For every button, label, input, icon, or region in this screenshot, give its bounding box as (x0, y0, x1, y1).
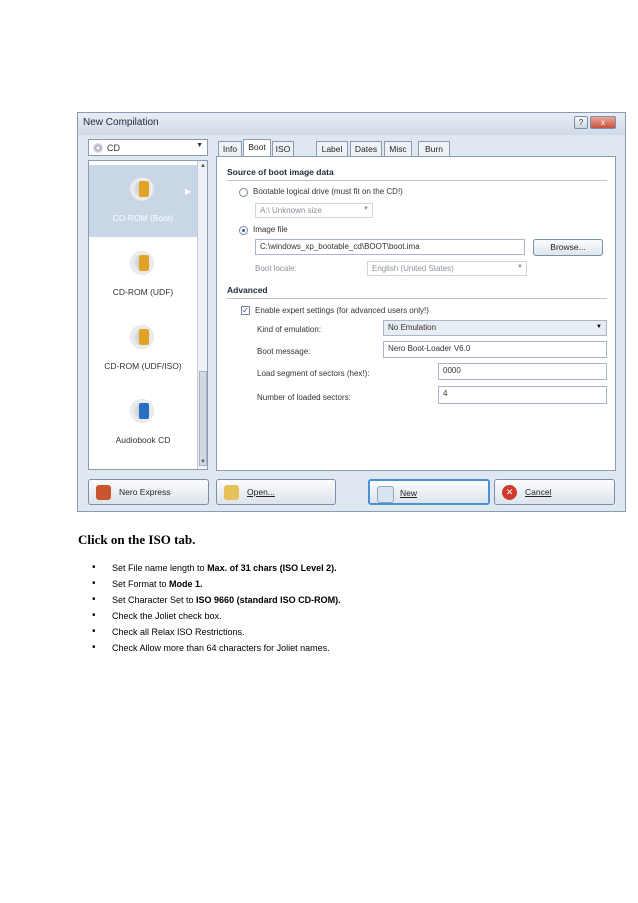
emulation-value: No Emulation (388, 323, 437, 332)
compilation-type-label: CD-ROM (UDF/ISO) (104, 361, 182, 371)
instruction-text: Check the Joliet check box. (112, 611, 222, 621)
compilation-type-item[interactable]: Audiobook CD (89, 387, 197, 459)
instruction-emphasis: Max. of 31 chars (ISO Level 2). (207, 563, 337, 573)
divider (227, 298, 607, 299)
nero-express-label: Nero Express (119, 487, 171, 497)
instruction-text: Check Allow more than 64 characters for … (112, 643, 330, 653)
load-segment-field[interactable]: 0000 (438, 363, 607, 380)
cancel-button[interactable]: ✕ Cancel (494, 479, 615, 505)
cd-icon (93, 143, 103, 153)
bootable-drive-radio[interactable] (239, 188, 248, 197)
audiobook-cd-icon (130, 399, 154, 423)
chevron-down-icon: ▼ (596, 324, 602, 330)
tab-misc[interactable]: Misc (384, 141, 412, 156)
chevron-down-icon: ▼ (517, 264, 523, 270)
instruction-emphasis: Mode 1. (169, 579, 203, 589)
instruction-item: Set File name length to Max. of 31 chars… (92, 560, 341, 576)
emulation-label: Kind of emulation: (257, 325, 322, 334)
compilation-type-label: CD-ROM (UDF) (112, 287, 174, 297)
emulation-select[interactable]: No Emulation ▼ (383, 320, 607, 336)
help-button[interactable]: ? (574, 116, 588, 129)
tab-iso[interactable]: ISO (272, 141, 294, 156)
drive-select[interactable]: A:\ Unknown size ▼ (255, 203, 373, 218)
boot-message-field[interactable]: Nero Boot-Loader V6.0 (383, 341, 607, 358)
chevron-down-icon: ▼ (196, 142, 203, 149)
new-label: New (400, 488, 418, 498)
scrollbar-thumb[interactable] (199, 371, 207, 466)
compilation-type-item[interactable]: CD-ROM (UDF) (89, 239, 197, 311)
instruction-text: Set Character Set to (112, 595, 197, 605)
cd-rom-udf-icon (130, 251, 154, 275)
boot-settings-panel: Source of boot image data Bootable logic… (216, 156, 616, 471)
boot-locale-value: English (United States) (372, 264, 454, 273)
open-button[interactable]: Open... (216, 479, 336, 505)
compilation-type-label: Audiobook CD (115, 435, 171, 445)
cancel-icon: ✕ (502, 485, 517, 500)
load-segment-label: Load segment of sectors (hex!): (257, 369, 370, 378)
divider (227, 180, 607, 181)
chevron-right-icon: ▶ (185, 187, 192, 196)
loaded-sectors-field[interactable]: 4 (438, 386, 607, 404)
open-folder-icon (224, 485, 239, 500)
advanced-header: Advanced (227, 285, 268, 295)
new-document-icon (377, 486, 394, 503)
boot-locale-label: Boot locale: (255, 264, 297, 273)
image-file-label: Image file (253, 225, 288, 234)
nero-express-button[interactable]: Nero Express (88, 479, 209, 505)
image-path-field[interactable]: C:\windows_xp_bootable_cd\BOOT\boot.ima (255, 239, 525, 255)
close-button[interactable]: x (590, 116, 616, 129)
boot-message-label: Boot message: (257, 347, 311, 356)
instruction-text: Check all Relax ISO Restrictions. (112, 627, 245, 637)
compilation-type-list: CD-ROM (Boot) ▶ CD-ROM (UDF) CD-ROM (UDF/IS… (88, 160, 208, 470)
instruction-item: Set Format to Mode 1. (92, 576, 341, 592)
image-file-radio[interactable] (239, 226, 248, 235)
drive-value: A:\ Unknown size (260, 206, 322, 215)
tab-dates[interactable]: Dates (350, 141, 382, 156)
expert-settings-label: Enable expert settings (for advanced use… (255, 306, 429, 315)
tab-boot[interactable]: Boot (243, 139, 271, 157)
compilation-type-item[interactable]: CD-ROM (UDF/ISO) (89, 313, 197, 385)
instruction-list: Set File name length to Max. of 31 chars… (92, 560, 341, 656)
cd-rom-boot-icon (130, 177, 154, 201)
source-header: Source of boot image data (227, 167, 334, 177)
instruction-text: Set Format to (112, 579, 170, 589)
instruction-item: Check the Joliet check box. (92, 608, 341, 624)
list-scrollbar[interactable]: ▲ ▼ (197, 161, 207, 469)
boot-locale-select[interactable]: English (United States) ▼ (367, 261, 527, 276)
window-title: New Compilation (83, 117, 159, 128)
instruction-text: Set File name length to (112, 563, 208, 573)
title-bar: New Compilation ? x (78, 113, 625, 135)
bootable-drive-label: Bootable logical drive (must fit on the … (253, 187, 403, 196)
open-label: Open... (247, 487, 275, 497)
instruction-item: Check Allow more than 64 characters for … (92, 640, 341, 656)
nero-express-icon (96, 485, 111, 500)
media-type-select[interactable]: CD ▼ (88, 139, 208, 156)
scroll-down-icon[interactable]: ▼ (200, 459, 206, 465)
instruction-item: Check all Relax ISO Restrictions. (92, 624, 341, 640)
compilation-type-item[interactable]: CD-ROM (Boot) ▶ (89, 165, 197, 237)
expert-settings-checkbox[interactable]: ✓ (241, 306, 250, 315)
tab-burn[interactable]: Burn (418, 141, 450, 156)
compilation-type-label: CD-ROM (Boot) (112, 213, 174, 223)
browse-button[interactable]: Browse... (533, 239, 603, 256)
instruction-emphasis: ISO 9660 (standard ISO CD-ROM). (196, 595, 341, 605)
tab-label[interactable]: Label (316, 141, 348, 156)
cd-rom-udf-iso-icon (130, 325, 154, 349)
cancel-label: Cancel (525, 487, 552, 497)
new-compilation-dialog: New Compilation ? x CD ▼ CD-ROM (Boot) ▶ C… (77, 112, 626, 512)
instruction-item: Set Character Set to ISO 9660 (standard … (92, 592, 341, 608)
instruction-caption: Click on the ISO tab. (78, 532, 196, 547)
loaded-sectors-label: Number of loaded sectors: (257, 393, 351, 402)
scroll-up-icon[interactable]: ▲ (200, 163, 206, 169)
chevron-down-icon: ▼ (363, 206, 369, 212)
new-button[interactable]: New (368, 479, 490, 505)
tab-info[interactable]: Info (218, 141, 242, 156)
media-type-value: CD (107, 143, 120, 153)
